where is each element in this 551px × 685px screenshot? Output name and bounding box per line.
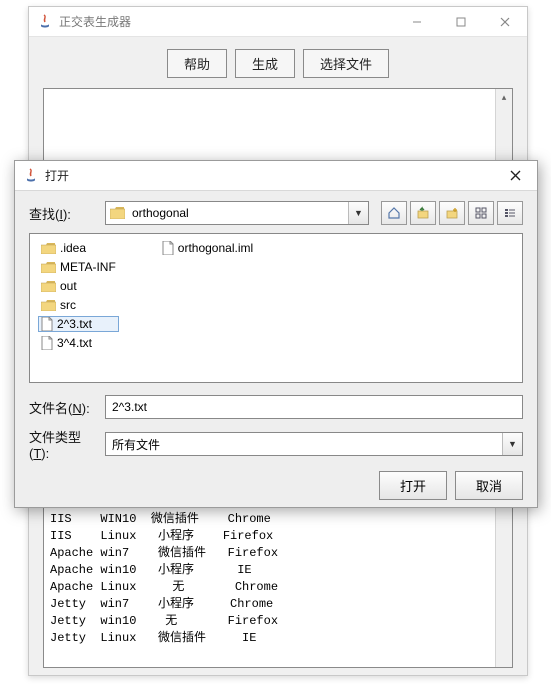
maximize-button[interactable] (439, 7, 483, 36)
file-column: .idea META-INF out src 2^3.txt 3^4.txt (38, 240, 119, 376)
nav-button-group (381, 201, 523, 225)
folder-item[interactable]: .idea (38, 240, 119, 256)
file-item[interactable]: 3^4.txt (38, 335, 119, 351)
minimize-button[interactable] (395, 7, 439, 36)
file-item[interactable]: 2^3.txt (38, 316, 119, 332)
lookin-row: 查找(I): orthogonal ▼ (29, 201, 523, 225)
up-one-level-button[interactable] (410, 201, 436, 225)
scroll-up-arrow-icon[interactable]: ▴ (496, 89, 512, 106)
close-button[interactable] (483, 7, 527, 36)
chevron-down-icon[interactable]: ▼ (502, 433, 522, 455)
lookin-label: 查找(I): (29, 204, 99, 223)
main-toolbar: 帮助 生成 选择文件 (29, 37, 527, 86)
filename-label: 文件名(N): (29, 398, 99, 417)
file-list-pane[interactable]: .idea META-INF out src 2^3.txt 3^4.txt orthog… (29, 233, 523, 383)
main-titlebar: 正交表生成器 (29, 7, 527, 37)
cancel-button[interactable]: 取消 (455, 471, 523, 500)
file-column: orthogonal.iml (159, 240, 256, 376)
choose-file-button[interactable]: 选择文件 (303, 49, 389, 78)
lookin-combo[interactable]: orthogonal ▼ (105, 201, 369, 225)
list-view-button[interactable] (468, 201, 494, 225)
folder-icon (106, 207, 128, 219)
file-item-label: 2^3.txt (57, 317, 92, 331)
home-button[interactable] (381, 201, 407, 225)
filetype-combo[interactable]: 所有文件 ▼ (105, 432, 523, 456)
main-title: 正交表生成器 (59, 13, 395, 30)
lookin-value: orthogonal (128, 206, 348, 220)
folder-item[interactable]: META-INF (38, 259, 119, 275)
file-item[interactable]: orthogonal.iml (159, 240, 256, 256)
window-controls (395, 7, 527, 36)
java-cup-icon (23, 168, 39, 184)
open-button[interactable]: 打开 (379, 471, 447, 500)
filename-row: 文件名(N): (29, 395, 523, 419)
file-icon (162, 241, 174, 255)
folder-item[interactable]: src (38, 297, 119, 313)
folder-icon (41, 280, 56, 292)
dialog-titlebar: 打开 (15, 161, 537, 191)
file-item-label: 3^4.txt (57, 336, 92, 350)
file-item-label: src (60, 298, 76, 312)
help-button[interactable]: 帮助 (167, 49, 227, 78)
folder-icon (41, 299, 56, 311)
folder-icon (41, 242, 56, 254)
details-view-button[interactable] (497, 201, 523, 225)
file-item-label: META-INF (60, 260, 116, 274)
folder-item[interactable]: out (38, 278, 119, 294)
new-folder-button[interactable] (439, 201, 465, 225)
filename-input[interactable] (105, 395, 523, 419)
file-item-label: .idea (60, 241, 86, 255)
generate-button[interactable]: 生成 (235, 49, 295, 78)
dialog-button-row: 打开 取消 (29, 471, 523, 500)
chevron-down-icon[interactable]: ▼ (348, 202, 368, 224)
dialog-close-button[interactable] (493, 170, 537, 181)
file-icon (41, 317, 53, 331)
file-item-label: orthogonal.iml (178, 241, 253, 255)
file-item-label: out (60, 279, 77, 293)
filetype-row: 文件类型(T): 所有文件 ▼ (29, 427, 523, 461)
java-cup-icon (37, 14, 53, 30)
open-file-dialog: 打开 查找(I): orthogonal ▼ .ideaME (14, 160, 538, 508)
filetype-label: 文件类型(T): (29, 427, 99, 461)
file-icon (41, 336, 53, 350)
dialog-body: 查找(I): orthogonal ▼ .idea META-INF out src 2… (15, 191, 537, 510)
dialog-title: 打开 (45, 167, 493, 184)
filetype-value: 所有文件 (106, 436, 502, 453)
folder-icon (41, 261, 56, 273)
